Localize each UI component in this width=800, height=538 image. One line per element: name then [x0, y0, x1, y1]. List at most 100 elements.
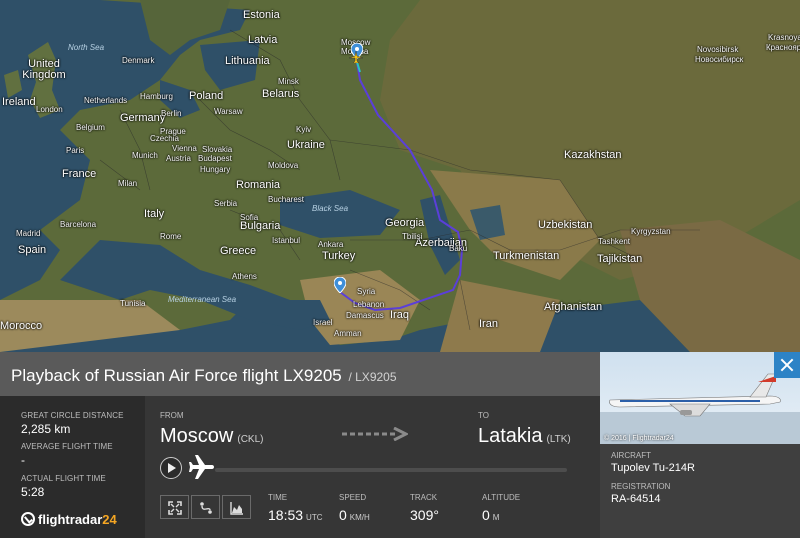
destination-city: Latakia: [478, 425, 543, 447]
map-city-munich: Munich: [132, 151, 158, 160]
map-label-kazakhstan: Kazakhstan: [564, 149, 622, 161]
map-label-hungary: Hungary: [200, 165, 231, 174]
speed-label: SPEED: [339, 493, 367, 502]
playback-timeline[interactable]: [215, 468, 567, 472]
map-city-damascus: Damascus: [346, 311, 384, 320]
destination-pin-icon[interactable]: [334, 277, 346, 293]
map-label-ukraine: Ukraine: [287, 139, 325, 151]
fit-view-button[interactable]: [160, 495, 189, 519]
flightradar24-logo[interactable]: flightradar24: [21, 510, 117, 528]
map-city-warsaw: Warsaw: [214, 107, 243, 116]
map-city-hamburg: Hamburg: [140, 92, 173, 101]
to-label: TO: [478, 411, 489, 420]
time-value: 18:53: [268, 507, 304, 523]
map-label-belgium: Belgium: [76, 123, 105, 132]
altitude-unit: M: [492, 513, 500, 522]
route-icon: [200, 502, 212, 514]
altitude-graph-button[interactable]: [222, 495, 251, 519]
flight-stats: GREAT CIRCLE DISTANCE 2,285 km AVERAGE F…: [0, 396, 145, 538]
map-city-kyiv: Kyiv: [296, 125, 312, 134]
map-label-turkmenistan: Turkmenistan: [493, 250, 560, 262]
map-city-krasnoyarsk-ru: Красноярск: [766, 43, 800, 52]
map-city-madrid: Madrid: [16, 229, 41, 238]
origin-airport[interactable]: Moscow (CKL): [160, 425, 263, 448]
map-city-tashkent: Tashkent: [598, 237, 631, 246]
map-city-paris: Paris: [66, 146, 85, 155]
map-city-krasnoyarsk: Krasnoyarsk: [768, 33, 800, 42]
playback-header: Playback of Russian Air Force flight LX9…: [0, 352, 600, 396]
map-city-milan: Milan: [118, 179, 138, 188]
map-city-sofia: Sofia: [240, 213, 259, 222]
avg-time-label: AVERAGE FLIGHT TIME: [21, 442, 113, 451]
map-label-kyrgyzstan: Kyrgyzstan: [631, 227, 671, 236]
map-label-serbia: Serbia: [214, 199, 238, 208]
map-sea-mediterranean: Mediterranean Sea: [168, 295, 237, 304]
map-city-athens: Athens: [232, 272, 257, 281]
map-label-bulgaria: Bulgaria: [240, 220, 281, 232]
map-city-berlin: Berlin: [161, 109, 182, 118]
aircraft-marker-icon[interactable]: [349, 51, 363, 63]
distance-label: GREAT CIRCLE DISTANCE: [21, 411, 124, 420]
aircraft-label: AIRCRAFT: [611, 451, 651, 460]
map-label-united-kingdom: United Kingdom: [22, 58, 66, 81]
playback-title: Playback of Russian Air Force flight LX9…: [11, 366, 342, 385]
aircraft-image: [600, 373, 800, 444]
actual-time-value: 5:28: [21, 485, 45, 499]
map-label-latvia: Latvia: [248, 34, 278, 46]
map-label-germany: Germany: [120, 112, 166, 124]
map-label-netherlands: Netherlands: [84, 96, 128, 105]
map-label-austria: Austria: [166, 154, 191, 163]
play-button[interactable]: [160, 457, 182, 479]
aircraft-info: © 2016 | Flightradar24 AIRCRAFT Tupolev …: [600, 352, 800, 538]
distance-value: 2,285 km: [21, 422, 71, 436]
map-label-uzbekistan: Uzbekistan: [538, 219, 593, 231]
map-label-estonia: Estonia: [243, 9, 280, 21]
logo-number: 24: [102, 511, 117, 527]
map-label-lebanon: Lebanon: [353, 300, 385, 309]
playback-plane-icon[interactable]: [188, 454, 216, 480]
photo-credit: © 2016 | Flightradar24: [604, 435, 674, 442]
flight-map[interactable]: Estonia Latvia Lithuania Belarus Poland …: [0, 0, 800, 352]
map-label-iran: Iran: [479, 318, 498, 330]
destination-code: (LTK): [546, 434, 571, 445]
origin-city: Moscow: [160, 425, 234, 447]
map-city-baku: Baku: [449, 244, 468, 253]
track-label: TRACK: [410, 493, 438, 502]
time-readout: 18:53 UTC: [268, 507, 323, 523]
destination-airport[interactable]: Latakia (LTK): [478, 425, 571, 448]
track-value: 309°: [410, 507, 439, 523]
map-label-spain: Spain: [18, 244, 47, 256]
map-label-lithuania: Lithuania: [225, 55, 270, 67]
time-label: TIME: [268, 493, 288, 502]
playback-panel: Playback of Russian Air Force flight LX9…: [0, 352, 800, 538]
map-label-tajikistan: Tajikistan: [597, 253, 643, 265]
map-city-vienna: Vienna: [172, 144, 197, 153]
close-button[interactable]: [774, 352, 800, 378]
map-label-turkey: Turkey: [322, 250, 356, 262]
speed-readout: 0 KM/H: [339, 507, 370, 523]
route-button[interactable]: [191, 495, 220, 519]
aircraft-photo[interactable]: © 2016 | Flightradar24: [600, 352, 800, 444]
map-city-minsk: Minsk: [278, 77, 299, 86]
actual-time-label: ACTUAL FLIGHT TIME: [21, 474, 106, 483]
page-title: Playback of Russian Air Force flight LX9…: [11, 366, 397, 386]
map-label-czechia: Czechia: [150, 134, 179, 143]
time-unit: UTC: [306, 513, 323, 522]
map-city-bucharest: Bucharest: [268, 195, 305, 204]
map-city-tbilisi: Tbilisi: [402, 232, 423, 241]
flightradar24-logo-icon: [21, 512, 35, 526]
altitude-label: ALTITUDE: [482, 493, 521, 502]
flight-route-info: FROM Moscow (CKL) TO Latakia (LTK) TIME …: [145, 396, 600, 538]
map-label-syria: Syria: [357, 287, 376, 296]
route-arrow-icon: [342, 427, 408, 441]
map-label-greece: Greece: [220, 245, 257, 257]
origin-code: (CKL): [237, 434, 264, 445]
graph-icon: [230, 502, 243, 515]
speed-value: 0: [339, 507, 347, 523]
altitude-value: 0: [482, 507, 490, 523]
map-city-istanbul: Istanbul: [272, 236, 301, 245]
from-label: FROM: [160, 411, 184, 420]
map-city-novosibirsk: Novosibirsk: [697, 45, 739, 54]
altitude-readout: 0M: [482, 507, 499, 523]
map-city-novosibirsk-ru: Новосибирск: [695, 55, 744, 64]
